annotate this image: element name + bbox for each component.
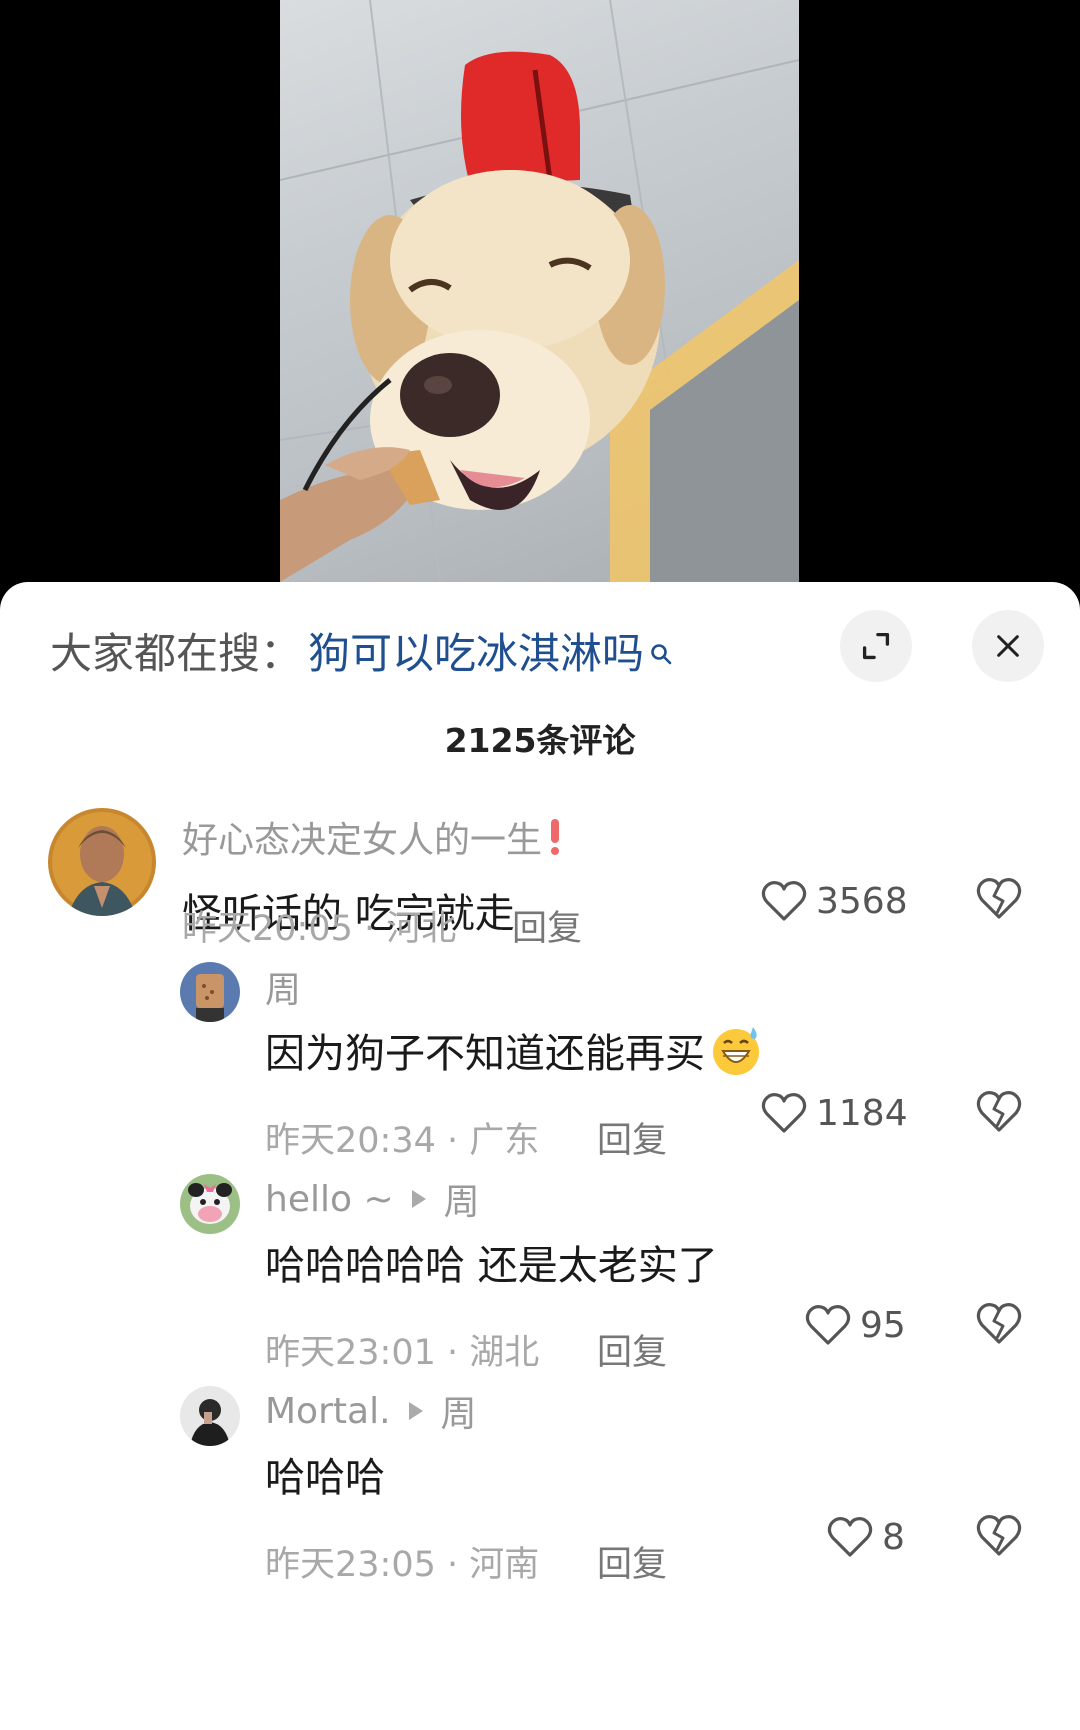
like-count: 8 bbox=[882, 1516, 905, 1558]
search-suggestion-term[interactable]: 狗可以吃冰淇淋吗 bbox=[308, 620, 644, 681]
heart-icon bbox=[827, 1517, 873, 1557]
comment-text: 哈哈哈哈哈 还是太老实了 bbox=[265, 1243, 718, 1289]
video-player[interactable] bbox=[0, 0, 1080, 600]
broken-heart-icon bbox=[976, 1091, 1022, 1132]
reply-arrow-icon bbox=[408, 1402, 423, 1420]
like-count: 95 bbox=[860, 1304, 906, 1346]
comment-text: 因为狗子不知道还能再买 bbox=[265, 1018, 763, 1082]
broken-heart-icon bbox=[976, 1303, 1022, 1344]
close-button[interactable] bbox=[972, 610, 1044, 682]
reply-button[interactable]: 回复 bbox=[512, 900, 582, 951]
search-icon bbox=[650, 626, 672, 665]
comment-username[interactable]: 好心态决定女人的一生 bbox=[182, 812, 560, 862]
comment-meta: 昨天20:34 · 广东 bbox=[265, 1121, 540, 1161]
reply-button[interactable]: 回复 bbox=[597, 1536, 667, 1587]
comment-meta: 昨天20:05 · 河北 bbox=[182, 909, 457, 949]
video-frame-dog[interactable] bbox=[280, 0, 799, 582]
comment-username[interactable]: Mortal. 周 bbox=[265, 1386, 477, 1436]
like-button[interactable]: 3568 bbox=[760, 876, 908, 926]
search-suggestion-prefix: 大家都在搜： bbox=[50, 628, 303, 678]
avatar[interactable] bbox=[48, 808, 156, 916]
avatar[interactable] bbox=[180, 1174, 240, 1234]
avatar[interactable] bbox=[180, 962, 240, 1022]
reply-arrow-icon bbox=[411, 1190, 426, 1208]
like-count: 3568 bbox=[816, 880, 908, 922]
dislike-button[interactable] bbox=[975, 1088, 1023, 1134]
comment-text: 哈哈哈 bbox=[265, 1455, 385, 1501]
like-button[interactable]: 95 bbox=[804, 1300, 906, 1350]
reply-to-username[interactable]: 周 bbox=[444, 1173, 480, 1225]
dislike-button[interactable] bbox=[975, 1512, 1023, 1558]
exclamation-icon bbox=[550, 819, 560, 855]
dislike-button[interactable] bbox=[975, 875, 1023, 921]
comment-username[interactable]: hello ~ 周 bbox=[265, 1174, 480, 1224]
close-icon bbox=[997, 635, 1019, 657]
comment-sheet: 大家都在搜： 狗可以吃冰淇淋吗 2125条评论 好心态决定女人的一生 怪听话的 … bbox=[0, 582, 1080, 1730]
avatar[interactable] bbox=[180, 1386, 240, 1446]
dog-video-image bbox=[280, 0, 799, 582]
comment-meta: 昨天23:05 · 河南 bbox=[265, 1545, 540, 1585]
heart-icon bbox=[761, 1093, 807, 1133]
search-suggestion[interactable]: 大家都在搜： 狗可以吃冰淇淋吗 bbox=[50, 622, 672, 678]
heart-icon bbox=[761, 881, 807, 921]
broken-heart-icon bbox=[976, 878, 1022, 919]
comment-username[interactable]: 周 bbox=[265, 962, 301, 1012]
reply-to-username[interactable]: 周 bbox=[441, 1385, 477, 1437]
broken-heart-icon bbox=[976, 1515, 1022, 1556]
like-count: 1184 bbox=[816, 1092, 908, 1134]
comment-meta: 昨天23:01 · 湖北 bbox=[265, 1333, 540, 1373]
expand-button[interactable] bbox=[840, 610, 912, 682]
reply-button[interactable]: 回复 bbox=[597, 1112, 667, 1163]
like-button[interactable]: 8 bbox=[826, 1512, 905, 1562]
dislike-button[interactable] bbox=[975, 1300, 1023, 1346]
reply-button[interactable]: 回复 bbox=[597, 1324, 667, 1375]
like-button[interactable]: 1184 bbox=[760, 1088, 908, 1138]
grinning-sweat-emoji-icon bbox=[709, 1023, 763, 1077]
heart-icon bbox=[805, 1305, 851, 1345]
expand-icon bbox=[862, 632, 890, 660]
